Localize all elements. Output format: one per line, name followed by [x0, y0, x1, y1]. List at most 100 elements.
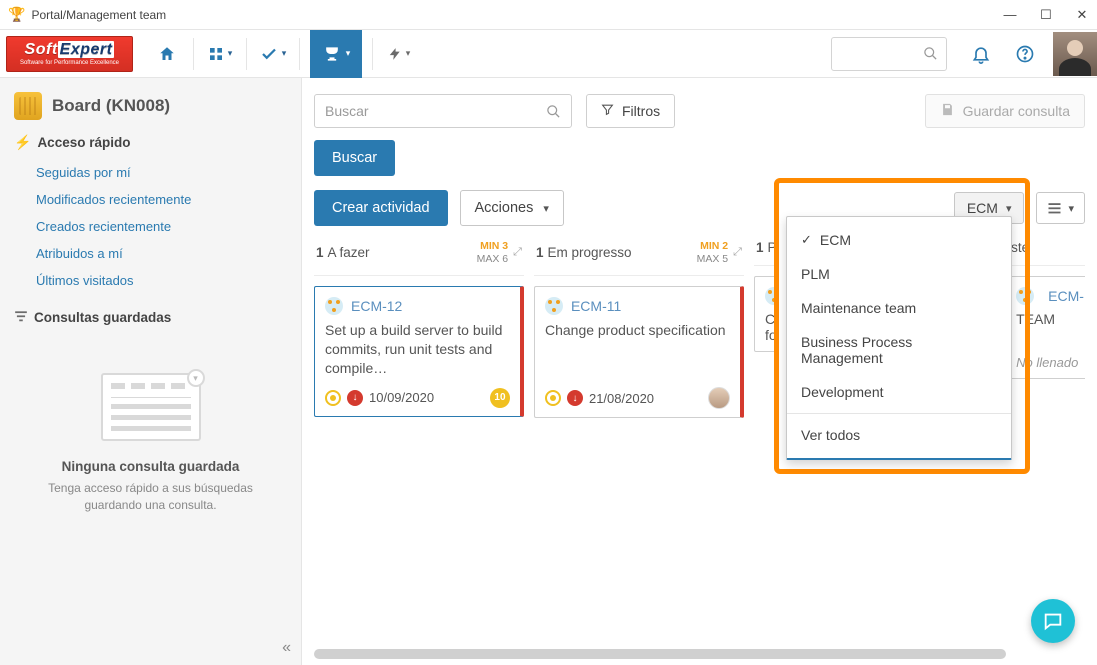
window-title: Portal/Management team — [31, 8, 166, 22]
column-header[interactable]: 1 P — [754, 232, 777, 266]
sidebar: Board (KN008) ⚡ Acceso rápido Seguidas p… — [0, 78, 302, 665]
filters-label: Filtros — [622, 103, 660, 119]
window-close[interactable]: ✕ — [1075, 7, 1089, 23]
card-id-link[interactable]: ECM-10 — [1048, 288, 1085, 304]
board-search-input[interactable]: Buscar — [314, 94, 572, 128]
column-name: A fazer — [328, 245, 370, 260]
column-count: 1 — [536, 245, 544, 260]
card-body: Change product specification — [545, 321, 730, 377]
filters-button[interactable]: Filtros — [586, 94, 675, 128]
column-max: MAX 6 — [477, 253, 509, 266]
dropdown-item-development[interactable]: Development — [787, 375, 1011, 409]
card-ecm-11[interactable]: ECM-11 Change product specification 21/0… — [534, 286, 744, 418]
dropdown-item-ecm[interactable]: ECM — [787, 223, 1011, 257]
empty-subtitle: Tenga acceso rápido a sus búsquedas guar… — [24, 480, 277, 515]
app-toolbar: SoftExpert Software for Performance Exce… — [0, 30, 1097, 78]
brand-subtitle: Software for Performance Excellence — [20, 60, 119, 66]
priority-down-icon — [567, 390, 583, 406]
saved-queries-label: Consultas guardadas — [34, 310, 171, 325]
column-max: MAX 5 — [697, 253, 729, 266]
column-header[interactable]: 1 A fazer MIN 3 MAX 6 ⤢ — [314, 232, 524, 276]
notifications-icon[interactable] — [965, 44, 997, 64]
quick-link-assigned[interactable]: Atribuidos a mí — [14, 240, 287, 267]
trophy-icon: 🏆 — [8, 6, 25, 23]
actions-label: Acciones — [475, 200, 534, 216]
funnel-icon — [601, 103, 614, 119]
placeholder-table-icon: ▾ — [101, 373, 201, 441]
column-name: P — [767, 240, 776, 255]
card-id-link[interactable]: ECM-11 — [571, 298, 621, 314]
card-text-partial2: fo — [765, 327, 777, 343]
save-query-label: Guardar consulta — [963, 103, 1070, 119]
card-ecm-10[interactable]: ECM-10 TEAM No llenado — [1009, 276, 1085, 379]
status-dot-icon — [325, 390, 341, 406]
checkmark-menu[interactable] — [259, 40, 287, 68]
window-maximize[interactable]: ☐ — [1039, 7, 1053, 23]
card-type-icon — [545, 297, 563, 315]
column-a-fazer: 1 A fazer MIN 3 MAX 6 ⤢ ECM-12 Set up a … — [314, 232, 524, 418]
dropdown-label: ECM — [820, 232, 851, 248]
column-partial-3: 1 P C fo — [754, 232, 777, 418]
quick-link-followed[interactable]: Seguidas por mí — [14, 159, 287, 186]
dropdown-item-bpm[interactable]: Business Process Management — [787, 325, 1011, 375]
board-shield-icon — [14, 92, 42, 120]
horizontal-scrollbar[interactable] — [314, 649, 1083, 659]
brand-logo[interactable]: SoftExpert Software for Performance Exce… — [6, 36, 133, 72]
actions-dropdown-button[interactable]: Acciones — [460, 190, 564, 226]
search-placeholder: Buscar — [325, 103, 369, 119]
expand-icon[interactable]: ⤢ — [733, 246, 742, 259]
user-avatar[interactable] — [1053, 32, 1097, 76]
window-minimize[interactable]: — — [1003, 7, 1017, 23]
content-area: Buscar Filtros Guardar consulta Buscar C… — [302, 78, 1097, 665]
global-search[interactable] — [831, 37, 947, 71]
search-button[interactable]: Buscar — [314, 140, 395, 176]
dropdown-item-viewall[interactable]: Ver todos — [787, 418, 1011, 452]
card-meta-empty: No llenado — [1016, 355, 1085, 370]
card-text-partial: C — [765, 311, 777, 327]
card-type-icon — [1016, 287, 1034, 305]
quick-access-header: ⚡ Acceso rápido — [14, 134, 287, 151]
apps-icon[interactable] — [206, 40, 234, 68]
layout-toggle-button[interactable] — [1036, 192, 1085, 224]
bolt-menu[interactable] — [385, 40, 413, 68]
quick-link-visited[interactable]: Últimos visitados — [14, 267, 287, 294]
save-query-button[interactable]: Guardar consulta — [925, 94, 1085, 128]
brand-word2: Expert — [58, 41, 115, 58]
trophy-menu-active[interactable] — [310, 30, 362, 78]
empty-title: Ninguna consulta guardada — [24, 459, 277, 474]
help-icon[interactable] — [1009, 44, 1041, 64]
window-titlebar: 🏆 Portal/Management team — ☐ ✕ — [0, 0, 1097, 30]
column-name: Em progresso — [547, 245, 631, 260]
expand-icon[interactable]: ⤢ — [513, 246, 522, 259]
save-disk-icon — [940, 102, 955, 121]
column-min: MIN 3 — [477, 240, 509, 253]
column-header[interactable]: ste — [1009, 232, 1085, 266]
dropdown-divider — [787, 413, 1011, 414]
card-body: TEAM — [1016, 311, 1085, 327]
dropdown-item-maintenance[interactable]: Maintenance team — [787, 291, 1011, 325]
create-activity-button[interactable]: Crear actividad — [314, 190, 448, 226]
dropdown-item-plm[interactable]: PLM — [787, 257, 1011, 291]
card-partial[interactable]: C fo — [754, 276, 777, 352]
column-header[interactable]: 1 Em progresso MIN 2 MAX 5 ⤢ — [534, 232, 744, 276]
column-min: MIN 2 — [697, 240, 729, 253]
quick-link-created[interactable]: Creados recientemente — [14, 213, 287, 240]
saved-queries-header: Consultas guardadas — [14, 310, 287, 325]
chat-fab[interactable] — [1031, 599, 1075, 643]
card-ecm-12[interactable]: ECM-12 Set up a build server to build co… — [314, 286, 524, 417]
card-date: 10/09/2020 — [369, 390, 434, 405]
bolt-icon: ⚡ — [14, 134, 31, 151]
board-title: Board (KN008) — [52, 96, 170, 116]
card-id-link[interactable]: ECM-12 — [351, 298, 402, 314]
column-count: 1 — [756, 240, 764, 255]
home-icon[interactable] — [153, 40, 181, 68]
quick-link-modified[interactable]: Modificados recientemente — [14, 186, 287, 213]
view-selector-label: ECM — [967, 200, 998, 216]
view-selector-dropdown: ECM PLM Maintenance team Business Proces… — [786, 216, 1012, 460]
card-type-icon — [325, 297, 343, 315]
column-count: 1 — [316, 245, 324, 260]
collapse-sidebar-button[interactable]: « — [282, 639, 291, 657]
column-name-partial: ste — [1011, 240, 1029, 255]
assignee-avatar[interactable] — [708, 387, 730, 409]
card-body: Set up a build server to build commits, … — [325, 321, 510, 378]
